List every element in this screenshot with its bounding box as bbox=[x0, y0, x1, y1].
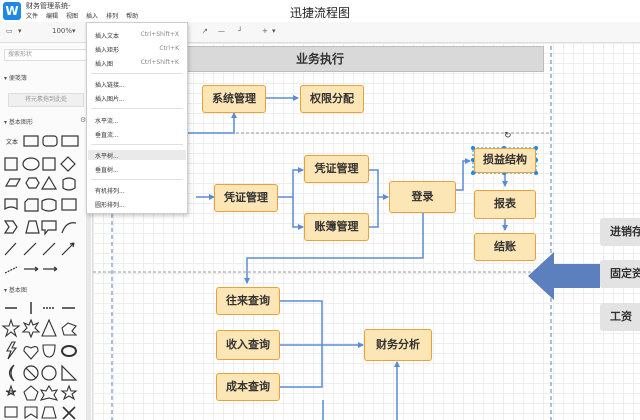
menu-item-vertical-flow[interactable]: 垂直流... bbox=[95, 130, 183, 139]
node-voucher-management-left[interactable]: 凭证管理 bbox=[214, 184, 278, 212]
node-permission-assignment[interactable]: 权限分配 bbox=[300, 85, 364, 113]
menu-item-insert-link[interactable]: 插入链接... bbox=[95, 80, 183, 89]
rotate-handle-icon[interactable]: ↻ bbox=[504, 131, 512, 141]
node-income-query[interactable]: 收入查询 bbox=[216, 330, 280, 360]
connector-ledger-to-login[interactable] bbox=[369, 197, 379, 228]
node-report[interactable]: 报表 bbox=[474, 190, 536, 219]
connector-contact-to-analysis[interactable] bbox=[280, 300, 364, 348]
side-tab-fixed-assets[interactable]: 固定资 bbox=[600, 260, 640, 288]
connector-voucher-split-bottom[interactable] bbox=[292, 197, 304, 230]
menu-separator bbox=[91, 108, 183, 109]
menu-separator bbox=[91, 144, 183, 145]
node-ledger-management[interactable]: 账簿管理 bbox=[304, 213, 369, 241]
menu-item-horizontal-flow[interactable]: 水平流... bbox=[95, 116, 183, 125]
node-system-management[interactable]: 系统管理 bbox=[202, 85, 266, 113]
node-cost-query[interactable]: 成本查询 bbox=[216, 373, 280, 401]
node-settle-accounts[interactable]: 结账 bbox=[474, 233, 536, 261]
side-tab-salary[interactable]: 工资 bbox=[600, 303, 640, 331]
menu-item-organic-layout[interactable]: 有机排列... bbox=[95, 186, 183, 195]
menu-item-insert-shape[interactable]: 插入图 Ctrl+Shift+K bbox=[95, 59, 183, 68]
insert-dropdown-menu: 插入文本 Ctrl+Shift+X 插入矩形 Ctrl+K 插入图 Ctrl+Shif… bbox=[86, 22, 188, 214]
connector-into-system[interactable] bbox=[186, 112, 237, 134]
menu-separator bbox=[91, 73, 183, 74]
connector-voucher-split-top[interactable] bbox=[278, 167, 304, 198]
menu-item-insert-image[interactable]: 插入图片... bbox=[95, 94, 183, 103]
node-contact-query[interactable]: 往来查询 bbox=[216, 287, 280, 315]
node-profit-structure[interactable]: 损益结构 bbox=[474, 148, 536, 173]
menu-separator bbox=[91, 179, 183, 180]
menu-item-insert-text[interactable]: 插入文本 Ctrl+Shift+X bbox=[95, 31, 183, 40]
connector-voucher2-to-login[interactable] bbox=[369, 169, 389, 200]
node-financial-analysis[interactable]: 财务分析 bbox=[364, 329, 432, 361]
menu-item-horizontal-tree[interactable]: 水平树... bbox=[95, 151, 183, 160]
menu-item-insert-rect[interactable]: 插入矩形 Ctrl+K bbox=[95, 45, 183, 54]
node-voucher-management[interactable]: 凭证管理 bbox=[304, 155, 369, 183]
menu-item-vertical-tree[interactable]: 垂直树... bbox=[95, 165, 183, 174]
menu-item-circle-layout[interactable]: 圆形排列... bbox=[95, 200, 183, 209]
node-login[interactable]: 登录 bbox=[389, 181, 456, 213]
connector-login-to-profit[interactable] bbox=[456, 158, 471, 191]
side-tab-inventory[interactable]: 进销存 bbox=[600, 218, 640, 246]
connector-cost-to-analysis[interactable] bbox=[280, 345, 323, 388]
big-left-arrow[interactable] bbox=[528, 252, 600, 300]
